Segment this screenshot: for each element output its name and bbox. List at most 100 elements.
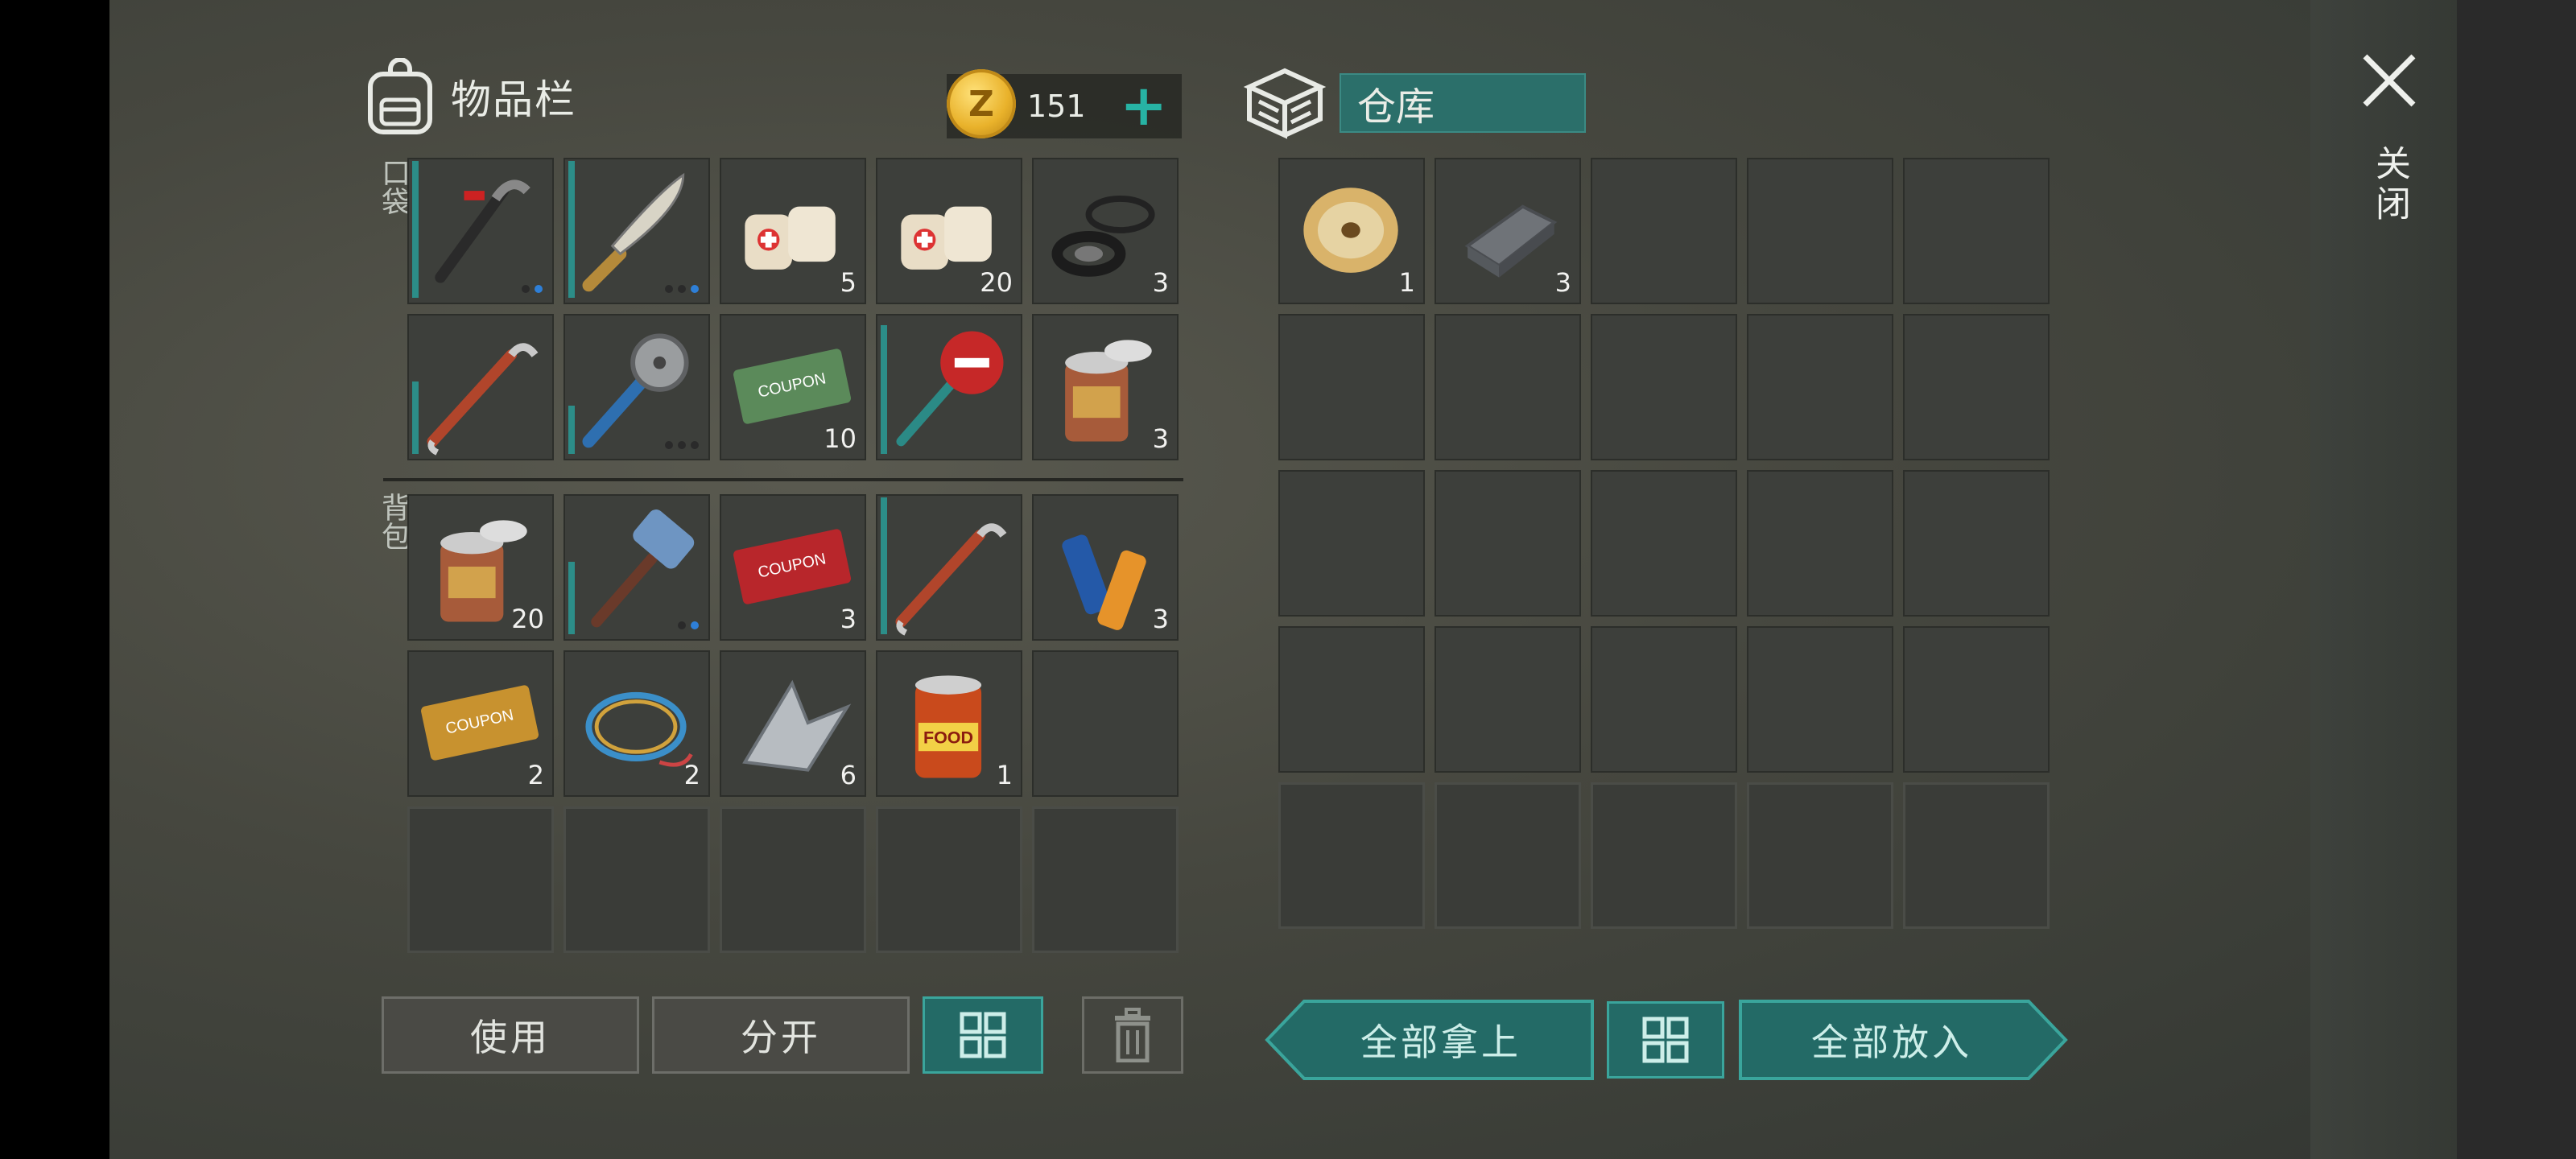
split-button[interactable]: 分开: [652, 996, 910, 1074]
pocket-slot[interactable]: [564, 314, 710, 460]
upgrade-dots: [678, 621, 699, 629]
delete-button[interactable]: [1082, 996, 1183, 1074]
durability-bar: [881, 325, 887, 454]
item-count: 5: [840, 267, 857, 298]
pocket-slot[interactable]: [876, 314, 1022, 460]
storage-slot[interactable]: [1747, 470, 1893, 617]
sledgehammer-icon: [591, 509, 695, 628]
durability-bar: [568, 406, 575, 454]
add-coins-button[interactable]: +: [1120, 77, 1167, 134]
item-count: 3: [1554, 267, 1571, 298]
item-count: 3: [840, 604, 857, 634]
backpack-slot[interactable]: 3: [1032, 494, 1179, 641]
storage-slot[interactable]: [1278, 626, 1425, 773]
sort-storage-button[interactable]: [1607, 1001, 1724, 1079]
storage-slot[interactable]: 1: [1278, 158, 1425, 304]
storage-slot[interactable]: [1278, 314, 1425, 460]
backpack-slot[interactable]: COUPON 3: [720, 494, 866, 641]
crowbar-red-icon: [427, 343, 539, 456]
durability-bar: [412, 382, 419, 454]
item-count: 6: [840, 760, 857, 790]
storage-slot[interactable]: [1591, 314, 1737, 460]
inventory-header: 物品栏: [364, 58, 576, 135]
storage-slot[interactable]: [1435, 470, 1581, 617]
close-label[interactable]: 关闭: [2363, 145, 2415, 225]
pocket-slot[interactable]: 3: [1032, 314, 1179, 460]
storage-slot[interactable]: [1903, 314, 2050, 460]
storage-slot[interactable]: [1747, 782, 1893, 929]
backpack-slot[interactable]: [876, 494, 1022, 641]
inventory-title: 物品栏: [451, 76, 576, 123]
pocket-slot[interactable]: COUPON 10: [720, 314, 866, 460]
storage-slot[interactable]: [1591, 158, 1737, 304]
backpack-slot[interactable]: [407, 806, 554, 953]
storage-slot[interactable]: 3: [1435, 158, 1581, 304]
pocket-slot[interactable]: [564, 158, 710, 304]
backpack-slot[interactable]: [564, 494, 710, 641]
durability-bar: [881, 497, 887, 634]
crowbar-red-icon: [895, 523, 1007, 636]
pocket-slot[interactable]: 3: [1032, 158, 1179, 304]
pocket-slot[interactable]: [407, 158, 554, 304]
stop-sign-weapon-icon: [896, 331, 1004, 447]
item-count: 2: [683, 760, 700, 790]
backpack-slot[interactable]: FOOD 1: [876, 650, 1022, 797]
take-all-label: 全部拿上: [1360, 1021, 1521, 1064]
backpack-slot[interactable]: [564, 806, 710, 953]
coin-icon: Z: [947, 69, 1016, 138]
grid-sort-icon: [1642, 1017, 1689, 1063]
backpack-slot[interactable]: [1032, 650, 1179, 797]
storage-slot[interactable]: [1278, 782, 1425, 929]
storage-slot[interactable]: [1435, 782, 1581, 929]
backpack-slot[interactable]: 2: [564, 650, 710, 797]
item-count: 3: [1152, 267, 1169, 298]
close-button[interactable]: [2357, 48, 2421, 113]
saw-blade-club-icon: [582, 333, 689, 448]
backpack-slot[interactable]: 6: [720, 650, 866, 797]
svg-text:FOOD: FOOD: [923, 728, 973, 747]
backpack-slot[interactable]: [1032, 806, 1179, 953]
item-count: 3: [1152, 423, 1169, 454]
durability-bar: [412, 161, 419, 298]
put-all-label: 全部放入: [1811, 1021, 1972, 1064]
backpack-slot[interactable]: 20: [407, 494, 554, 641]
storage-box-icon: [1243, 68, 1327, 139]
right-edge: [2457, 0, 2576, 1159]
item-count: 20: [980, 267, 1013, 298]
section-divider: [383, 478, 1183, 481]
backpack-slot[interactable]: [876, 806, 1022, 953]
storage-slot[interactable]: [1903, 158, 2050, 304]
storage-slot[interactable]: [1591, 470, 1737, 617]
item-count: 2: [527, 760, 544, 790]
backpack-slot[interactable]: COUPON 2: [407, 650, 554, 797]
storage-slot[interactable]: [1747, 626, 1893, 773]
durability-bar: [568, 562, 575, 634]
item-count: 1: [996, 760, 1013, 790]
storage-slot[interactable]: [1747, 158, 1893, 304]
item-count: 3: [1152, 604, 1169, 634]
upgrade-dots: [522, 285, 543, 293]
trash-icon: [1115, 1008, 1150, 1062]
storage-slot[interactable]: [1591, 626, 1737, 773]
item-count: 1: [1398, 267, 1415, 298]
storage-slot[interactable]: [1591, 782, 1737, 929]
backpack-icon: [368, 58, 432, 134]
machete-icon: [582, 172, 685, 292]
crowbar-icon: [435, 179, 530, 283]
storage-slot[interactable]: [1903, 626, 2050, 773]
storage-slot[interactable]: [1435, 626, 1581, 773]
use-button[interactable]: 使用: [382, 996, 639, 1074]
upgrade-dots: [665, 441, 699, 449]
coin-balance: Z 151 +: [947, 69, 1182, 138]
pocket-slot[interactable]: 5: [720, 158, 866, 304]
storage-slot[interactable]: [1747, 314, 1893, 460]
storage-slot[interactable]: [1278, 470, 1425, 617]
backpack-slot[interactable]: [720, 806, 866, 953]
pocket-slot[interactable]: 20: [876, 158, 1022, 304]
storage-slot[interactable]: [1903, 470, 2050, 617]
grid-sort-icon: [960, 1012, 1006, 1058]
pocket-slot[interactable]: [407, 314, 554, 460]
storage-slot[interactable]: [1903, 782, 2050, 929]
sort-inventory-button[interactable]: [923, 996, 1043, 1074]
storage-slot[interactable]: [1435, 314, 1581, 460]
